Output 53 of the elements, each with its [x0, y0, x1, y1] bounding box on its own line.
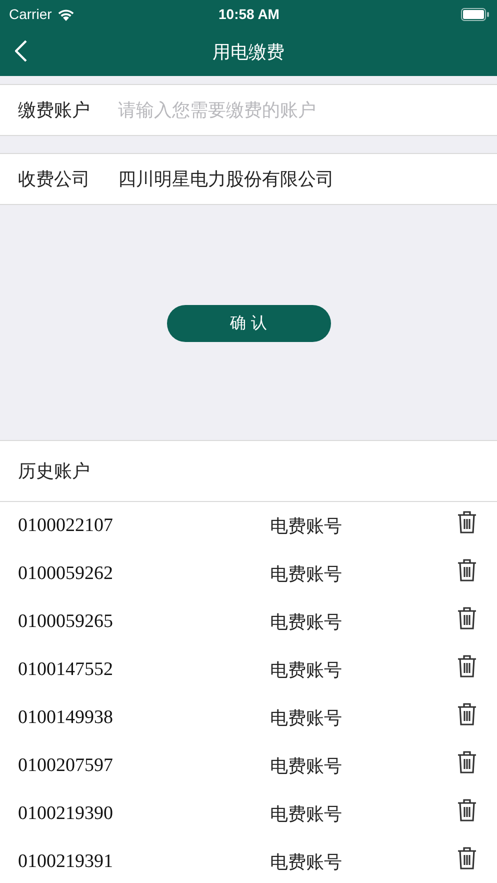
trash-icon	[457, 654, 477, 678]
delete-button[interactable]	[457, 654, 477, 678]
account-field[interactable]: 缴费账户 请输入您需要缴费的账户	[0, 84, 497, 136]
status-time: 10:58 AM	[218, 6, 280, 22]
delete-button[interactable]	[457, 846, 477, 870]
history-row[interactable]: 0100022107 电费账号	[0, 502, 497, 550]
account-type: 电费账号	[270, 659, 343, 682]
delete-button[interactable]	[457, 702, 477, 726]
history-row[interactable]: 0100059265 电费账号	[0, 598, 497, 646]
trash-icon	[457, 750, 477, 774]
history-row[interactable]: 0100149938 电费账号	[0, 694, 497, 742]
trash-icon	[457, 846, 477, 870]
account-input[interactable]: 请输入您需要缴费的账户	[118, 100, 479, 120]
trash-icon	[457, 702, 477, 726]
delete-button[interactable]	[457, 510, 477, 534]
account-number: 0100219391	[18, 851, 114, 873]
account-number: 0100059262	[18, 563, 114, 585]
account-number: 0100149938	[18, 707, 114, 729]
account-type: 电费账号	[270, 803, 343, 826]
carrier-label: Carrier	[9, 6, 52, 22]
wifi-icon	[56, 8, 75, 20]
delete-button[interactable]	[457, 798, 477, 822]
trash-icon	[457, 510, 477, 534]
account-number: 0100147552	[18, 659, 114, 681]
account-type: 电费账号	[270, 563, 343, 586]
field-label: 收费公司	[18, 168, 91, 191]
account-number: 0100219390	[18, 803, 114, 825]
confirm-button[interactable]: 确 认	[166, 305, 330, 342]
account-type: 电费账号	[270, 755, 343, 778]
trash-icon	[457, 798, 477, 822]
history-row[interactable]: 0100059262 电费账号	[0, 550, 497, 598]
trash-icon	[457, 606, 477, 630]
delete-button[interactable]	[457, 558, 477, 582]
account-number: 0100022107	[18, 515, 114, 537]
account-number: 0100059265	[18, 611, 114, 633]
company-name: 四川明星电力股份有限公司	[118, 168, 334, 191]
account-type: 电费账号	[270, 707, 343, 730]
account-type: 电费账号	[270, 611, 343, 634]
history-row[interactable]: 0100147552 电费账号	[0, 646, 497, 694]
page-title: 用电缴费	[212, 41, 284, 64]
back-button[interactable]	[14, 40, 28, 64]
delete-button[interactable]	[457, 750, 477, 774]
trash-icon	[457, 558, 477, 582]
delete-button[interactable]	[457, 606, 477, 630]
history-row[interactable]: 0100219390 电费账号	[0, 790, 497, 838]
history-row[interactable]: 0100219391 电费账号	[0, 838, 497, 883]
section-title: 历史账户	[18, 460, 90, 483]
account-type: 电费账号	[270, 515, 343, 538]
account-number: 0100207597	[18, 755, 114, 777]
battery-icon	[460, 8, 489, 20]
account-type: 电费账号	[270, 851, 343, 874]
field-label: 缴费账户	[18, 99, 91, 122]
history-row[interactable]: 0100207597 电费账号	[0, 742, 497, 790]
